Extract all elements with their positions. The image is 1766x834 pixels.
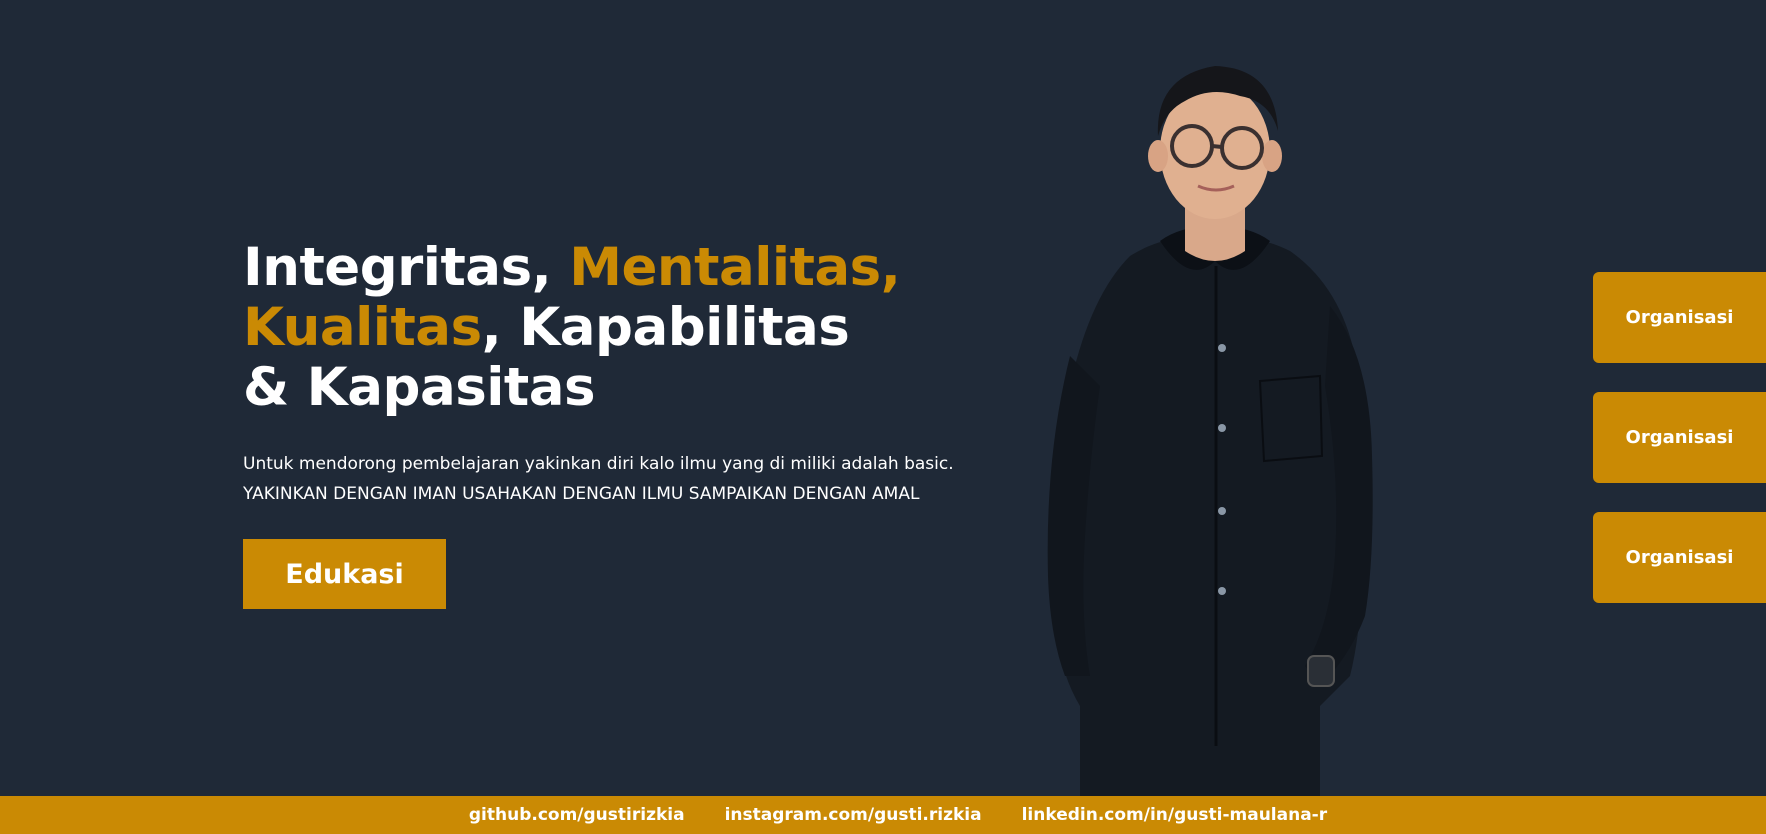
headline-part-integritas: Integritas, [243, 237, 570, 298]
headline-part-kapasitas: & Kapasitas [243, 357, 596, 418]
side-tab-list: Organisasi Organisasi Organisasi [1593, 272, 1766, 632]
footer-link-instagram[interactable]: instagram.com/gusti.rizkia [725, 805, 982, 825]
side-tab-organisasi-3[interactable]: Organisasi [1593, 512, 1766, 603]
headline-part-mentalitas: Mentalitas, [569, 237, 901, 298]
hero-subtext: Untuk mendorong pembelajaran yakinkan di… [243, 449, 983, 509]
headline-part-kualitas: Kualitas [243, 297, 482, 358]
edukasi-button[interactable]: Edukasi [243, 539, 446, 609]
side-tab-organisasi-2[interactable]: Organisasi [1593, 392, 1766, 483]
side-tab-organisasi-1[interactable]: Organisasi [1593, 272, 1766, 363]
footer-link-linkedin[interactable]: linkedin.com/in/gusti-maulana-r [1022, 805, 1328, 825]
headline-part-kapabilitas: , Kapabilitas [481, 297, 850, 358]
subtext-line-1: Untuk mendorong pembelajaran yakinkan di… [243, 454, 954, 474]
portrait-photo [1047, 66, 1373, 796]
hero-headline: Integritas, Mentalitas, Kualitas, Kapabi… [243, 238, 1003, 418]
subtext-line-2: YAKINKAN DENGAN IMAN USAHAKAN DENGAN ILM… [243, 484, 920, 504]
footer-bar: github.com/gustirizkia instagram.com/gus… [0, 796, 1766, 834]
footer-link-github[interactable]: github.com/gustirizkia [469, 805, 685, 825]
hero-section: Integritas, Mentalitas, Kualitas, Kapabi… [243, 238, 1003, 609]
